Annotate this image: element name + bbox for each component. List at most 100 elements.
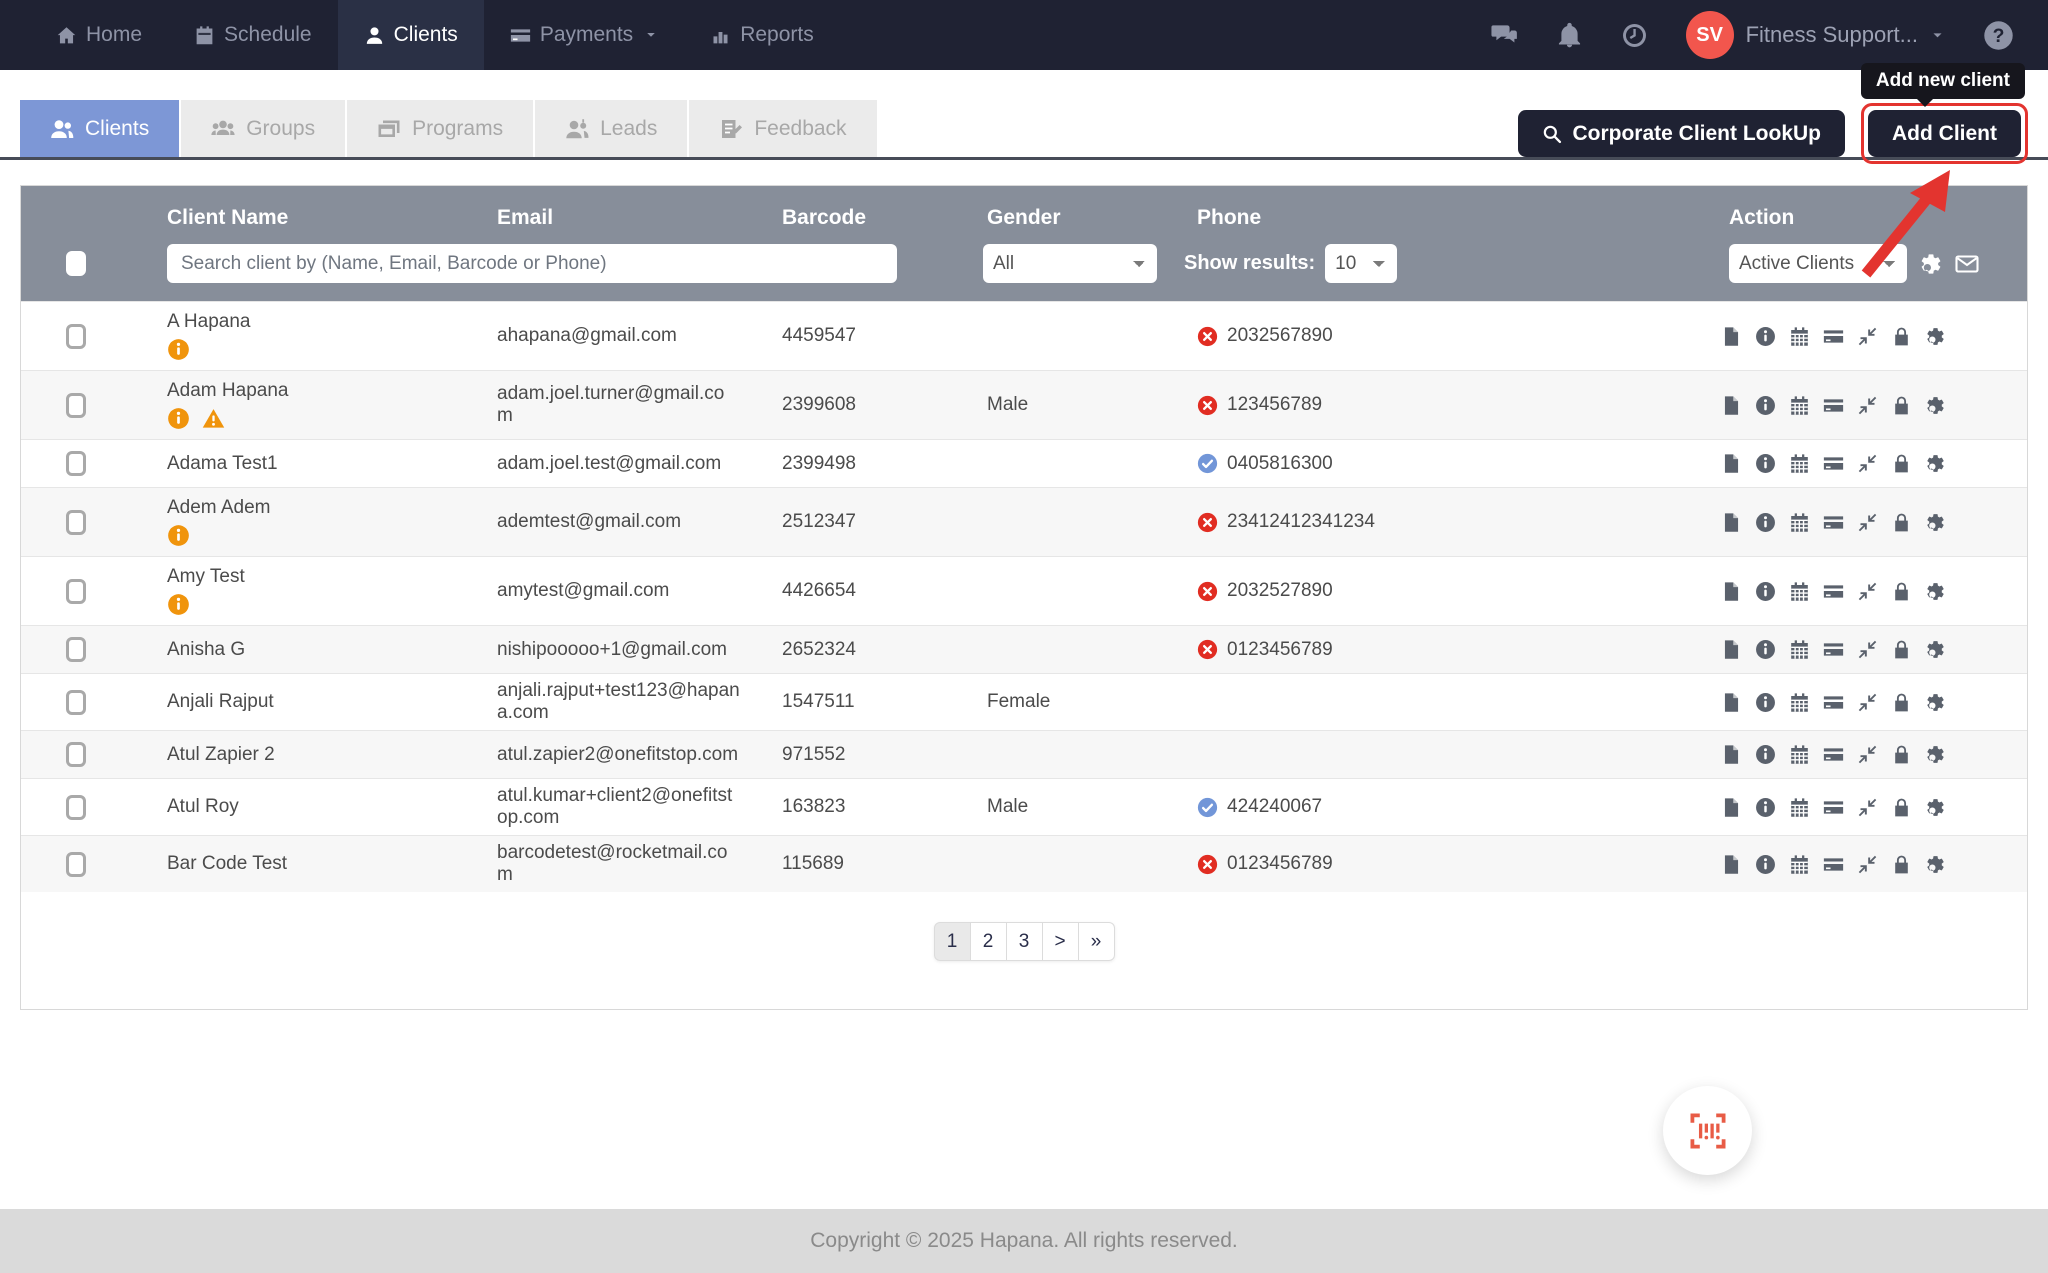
lock-icon[interactable] [1891, 854, 1912, 875]
compress-icon[interactable] [1857, 326, 1878, 347]
gear-icon[interactable] [1925, 395, 1946, 416]
row-checkbox[interactable] [66, 690, 86, 715]
nav-item-payments[interactable]: Payments [484, 0, 684, 70]
client-name[interactable]: A Hapana [167, 311, 455, 333]
calendar-icon[interactable] [1789, 395, 1810, 416]
info-badge-icon[interactable] [167, 338, 190, 361]
calendar-icon[interactable] [1789, 512, 1810, 533]
calendar-icon[interactable] [1789, 453, 1810, 474]
client-name[interactable]: Adam Hapana [167, 380, 455, 402]
lock-icon[interactable] [1891, 639, 1912, 660]
client-name[interactable]: Anisha G [167, 639, 455, 661]
client-name[interactable]: Atul Zapier 2 [167, 744, 455, 766]
row-checkbox[interactable] [66, 510, 86, 535]
barcode-scan-fab[interactable] [1663, 1086, 1752, 1175]
credit-card-icon[interactable] [1823, 326, 1844, 347]
next-page-button[interactable]: > [1042, 922, 1079, 961]
gear-icon[interactable] [1925, 854, 1946, 875]
search-input[interactable] [167, 244, 897, 283]
gear-icon[interactable] [1925, 326, 1946, 347]
gear-icon[interactable] [1925, 692, 1946, 713]
add-client-button[interactable]: Add Client [1868, 110, 2021, 157]
calendar-icon[interactable] [1789, 692, 1810, 713]
calendar-icon[interactable] [1789, 581, 1810, 602]
calendar-icon[interactable] [1789, 639, 1810, 660]
file-icon[interactable] [1721, 326, 1742, 347]
nav-item-reports[interactable]: Reports [684, 0, 840, 70]
file-icon[interactable] [1721, 854, 1742, 875]
info-badge-icon[interactable] [167, 593, 190, 616]
page-button-2[interactable]: 2 [970, 922, 1007, 961]
chat-icon[interactable] [1491, 22, 1518, 49]
info-icon[interactable] [1755, 326, 1776, 347]
compress-icon[interactable] [1857, 581, 1878, 602]
file-icon[interactable] [1721, 797, 1742, 818]
help-icon[interactable] [1983, 20, 2014, 51]
gender-filter-select[interactable]: All [983, 244, 1157, 283]
credit-card-icon[interactable] [1823, 395, 1844, 416]
info-icon[interactable] [1755, 395, 1776, 416]
credit-card-icon[interactable] [1823, 581, 1844, 602]
lock-icon[interactable] [1891, 395, 1912, 416]
tab-programs[interactable]: Programs [347, 100, 533, 157]
compress-icon[interactable] [1857, 744, 1878, 765]
credit-card-icon[interactable] [1823, 512, 1844, 533]
file-icon[interactable] [1721, 512, 1742, 533]
gear-icon[interactable] [1925, 744, 1946, 765]
user-menu[interactable]: SV Fitness Support... [1686, 11, 1945, 59]
last-page-button[interactable]: » [1078, 922, 1115, 961]
calendar-icon[interactable] [1789, 326, 1810, 347]
info-icon[interactable] [1755, 639, 1776, 660]
info-icon[interactable] [1755, 512, 1776, 533]
client-status-filter-select[interactable]: Active Clients [1729, 244, 1907, 283]
file-icon[interactable] [1721, 692, 1742, 713]
tab-clients[interactable]: Clients [20, 100, 179, 157]
row-checkbox[interactable] [66, 795, 86, 820]
file-icon[interactable] [1721, 639, 1742, 660]
credit-card-icon[interactable] [1823, 639, 1844, 660]
file-icon[interactable] [1721, 744, 1742, 765]
row-checkbox[interactable] [66, 324, 86, 349]
credit-card-icon[interactable] [1823, 797, 1844, 818]
nav-item-clients[interactable]: Clients [338, 0, 484, 70]
lock-icon[interactable] [1891, 797, 1912, 818]
nav-item-schedule[interactable]: Schedule [168, 0, 338, 70]
client-name[interactable]: Amy Test [167, 566, 455, 588]
compress-icon[interactable] [1857, 395, 1878, 416]
clock-icon[interactable] [1621, 22, 1648, 49]
tab-leads[interactable]: Leads [535, 100, 687, 157]
warning-badge-icon[interactable] [202, 407, 225, 430]
compress-icon[interactable] [1857, 512, 1878, 533]
calendar-icon[interactable] [1789, 744, 1810, 765]
gear-icon[interactable] [1919, 252, 1943, 276]
client-name[interactable]: Bar Code Test [167, 853, 455, 875]
file-icon[interactable] [1721, 395, 1742, 416]
lock-icon[interactable] [1891, 692, 1912, 713]
row-checkbox[interactable] [66, 852, 86, 877]
credit-card-icon[interactable] [1823, 744, 1844, 765]
show-results-select[interactable]: 10 [1325, 244, 1397, 283]
client-name[interactable]: Adem Adem [167, 497, 455, 519]
nav-item-home[interactable]: Home [30, 0, 168, 70]
page-button-3[interactable]: 3 [1006, 922, 1043, 961]
tab-feedback[interactable]: Feedback [689, 100, 876, 157]
credit-card-icon[interactable] [1823, 453, 1844, 474]
file-icon[interactable] [1721, 453, 1742, 474]
compress-icon[interactable] [1857, 692, 1878, 713]
info-badge-icon[interactable] [167, 407, 190, 430]
compress-icon[interactable] [1857, 854, 1878, 875]
calendar-icon[interactable] [1789, 854, 1810, 875]
client-name[interactable]: Atul Roy [167, 796, 455, 818]
client-name[interactable]: Adama Test1 [167, 453, 455, 475]
credit-card-icon[interactable] [1823, 854, 1844, 875]
bell-icon[interactable] [1556, 22, 1583, 49]
compress-icon[interactable] [1857, 453, 1878, 474]
info-icon[interactable] [1755, 744, 1776, 765]
compress-icon[interactable] [1857, 797, 1878, 818]
calendar-icon[interactable] [1789, 797, 1810, 818]
lock-icon[interactable] [1891, 744, 1912, 765]
row-checkbox[interactable] [66, 579, 86, 604]
lock-icon[interactable] [1891, 581, 1912, 602]
gear-icon[interactable] [1925, 581, 1946, 602]
row-checkbox[interactable] [66, 451, 86, 476]
